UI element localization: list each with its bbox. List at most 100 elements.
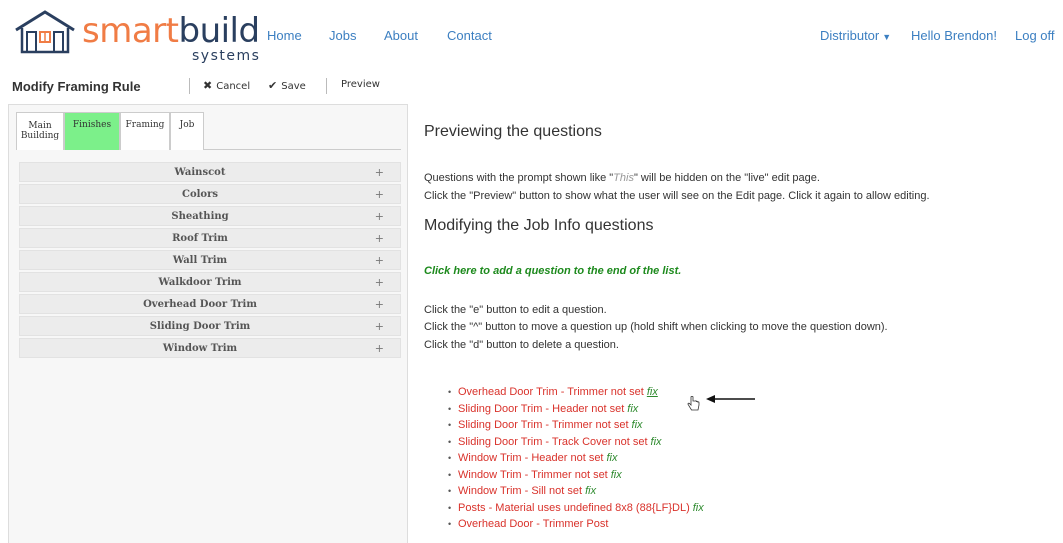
bullet-icon: •	[448, 453, 452, 463]
bullet-icon: •	[448, 519, 452, 529]
toolbar-divider	[326, 78, 327, 94]
issue-text: Posts - Material uses undefined 8x8 (88{…	[458, 501, 690, 514]
issue-text: Overhead Door Trim - Trimmer not set	[458, 386, 644, 398]
tab-finishes[interactable]: Finishes	[64, 112, 120, 150]
fix-link[interactable]: fix	[693, 502, 704, 514]
cancel-label: Cancel	[216, 81, 251, 92]
validation-issue-item: • Window Trim - Trimmer not set fix	[448, 469, 1048, 486]
preview-button-note: Click the "Preview" button to show what …	[424, 190, 930, 202]
tab-main-building[interactable]: Main Building	[16, 112, 64, 150]
accordion-item-colors[interactable]: Colors +	[19, 184, 401, 204]
note-text-start: Questions with the prompt shown like "	[424, 172, 614, 184]
accordion-item-window-trim[interactable]: Window Trim +	[19, 338, 401, 358]
accordion-item-walkdoor-trim[interactable]: Walkdoor Trim +	[19, 272, 401, 292]
validation-issue-item: • Sliding Door Trim - Trimmer not set fix	[448, 419, 1048, 436]
cancel-button[interactable]: ✖ Cancel	[203, 79, 250, 92]
accordion-item-roof-trim[interactable]: Roof Trim +	[19, 228, 401, 248]
validation-issue-item: • Window Trim - Header not set fix	[448, 452, 1048, 469]
issue-text: Window Trim - Trimmer not set	[458, 468, 608, 481]
accordion-item-label: Window Trim	[162, 343, 238, 354]
accordion-item-label: Overhead Door Trim	[143, 299, 257, 310]
accordion-item-label: Wall Trim	[172, 255, 228, 266]
plus-icon[interactable]: +	[375, 320, 384, 333]
accordion-item-label: Walkdoor Trim	[158, 277, 242, 288]
fix-link[interactable]: fix	[585, 485, 596, 497]
accordion-item-label: Sliding Door Trim	[149, 321, 251, 332]
bullet-icon: •	[448, 436, 452, 447]
modifying-heading: Modifying the Job Info questions	[424, 217, 654, 234]
fix-link[interactable]: fix	[632, 419, 643, 431]
nav-jobs-link[interactable]: Jobs	[329, 28, 356, 43]
plus-icon[interactable]: +	[375, 166, 384, 179]
validation-issue-item: • Window Trim - Sill not set fix	[448, 485, 1048, 502]
logo-word-smart: smart	[82, 11, 179, 51]
plus-icon[interactable]: +	[375, 342, 384, 355]
bullet-icon: •	[448, 502, 452, 513]
issue-text: Overhead Door - Trimmer Post	[458, 518, 609, 530]
preview-button[interactable]: Preview	[341, 79, 380, 90]
fix-link[interactable]: fix	[651, 436, 662, 448]
logo-subtitle: systems	[192, 48, 261, 64]
bullet-icon: •	[448, 469, 452, 480]
nav-logoff-link[interactable]: Log off	[1015, 28, 1055, 43]
accordion-item-label: Wainscot	[174, 167, 226, 178]
plus-icon[interactable]: +	[375, 188, 384, 201]
issue-text: Sliding Door Trim - Track Cover not set	[458, 435, 648, 448]
bullet-icon: •	[448, 403, 452, 414]
page-title: Modify Framing Rule	[12, 79, 141, 94]
issue-text: Window Trim - Header not set	[458, 452, 604, 464]
hand-cursor-icon	[687, 396, 700, 411]
accordion-item-wainscot[interactable]: Wainscot +	[19, 162, 401, 182]
hidden-prompt-note: Questions with the prompt shown like "Th…	[424, 172, 820, 184]
accordion-item-label: Colors	[182, 189, 218, 200]
fix-link[interactable]: fix	[647, 386, 658, 398]
save-button[interactable]: ✔ Save	[268, 79, 306, 92]
plus-icon[interactable]: +	[375, 298, 384, 311]
fix-link[interactable]: fix	[611, 469, 622, 481]
page-toolbar: Modify Framing Rule ✖ Cancel ✔ Save Previe…	[0, 74, 1063, 102]
tab-framing[interactable]: Framing	[120, 112, 170, 150]
save-label: Save	[281, 81, 306, 92]
section-tabs: Main Building Finishes Framing Job	[16, 112, 401, 150]
validation-issue-item: • Overhead Door - Trimmer Post	[448, 518, 1048, 535]
caret-down-icon: ▼	[882, 32, 892, 42]
fix-link[interactable]: fix	[627, 403, 638, 415]
validation-issue-list: • Overhead Door Trim - Trimmer not set fix…	[448, 386, 1048, 535]
validation-issue-item: • Sliding Door Trim - Header not set fix	[448, 403, 1048, 420]
smartbuild-logo[interactable]: smartbuild systems	[14, 8, 260, 64]
help-edit-note: Click the "e" button to edit a question.	[424, 304, 607, 316]
fix-link[interactable]: fix	[607, 452, 618, 464]
note-this-sample: This	[613, 172, 634, 184]
tab-job[interactable]: Job	[170, 112, 204, 150]
toolbar-divider	[189, 78, 190, 94]
validation-issue-item: • Sliding Door Trim - Track Cover not set…	[448, 436, 1048, 453]
nav-home-link[interactable]: Home	[267, 28, 302, 43]
accordion-item-overhead-door-trim[interactable]: Overhead Door Trim +	[19, 294, 401, 314]
plus-icon[interactable]: +	[375, 276, 384, 289]
help-delete-note: Click the "d" button to delete a questio…	[424, 339, 619, 351]
top-navbar: smartbuild systems Home Jobs About Conta…	[0, 0, 1063, 72]
house-logo-icon	[15, 10, 75, 54]
accordion-item-label: Sheathing	[171, 211, 229, 222]
nav-about-link[interactable]: About	[384, 28, 418, 43]
issue-text: Sliding Door Trim - Header not set	[458, 402, 625, 415]
accordion-item-sliding-door-trim[interactable]: Sliding Door Trim +	[19, 316, 401, 336]
accordion-item-wall-trim[interactable]: Wall Trim +	[19, 250, 401, 270]
plus-icon[interactable]: +	[375, 232, 384, 245]
bullet-icon: •	[448, 486, 452, 496]
tab-main-building-line1: Main	[28, 121, 52, 131]
bullet-icon: •	[448, 420, 452, 430]
previewing-heading: Previewing the questions	[424, 123, 602, 140]
note-text-end: " will be hidden on the "live" edit page…	[633, 172, 820, 184]
main-content: Previewing the questions Questions with …	[424, 104, 1063, 543]
nav-user-greeting-link[interactable]: Hello Brendon!	[911, 28, 997, 43]
logo-word-build: build	[178, 11, 260, 51]
accordion-item-sheathing[interactable]: Sheathing +	[19, 206, 401, 226]
plus-icon[interactable]: +	[375, 254, 384, 267]
add-question-link[interactable]: Click here to add a question to the end …	[424, 265, 681, 277]
nav-contact-link[interactable]: Contact	[447, 28, 492, 43]
plus-icon[interactable]: +	[375, 210, 384, 223]
nav-distributor-dropdown[interactable]: Distributor ▼	[820, 28, 891, 43]
checkmark-icon: ✔	[268, 79, 278, 92]
issue-text: Window Trim - Sill not set	[458, 485, 583, 497]
